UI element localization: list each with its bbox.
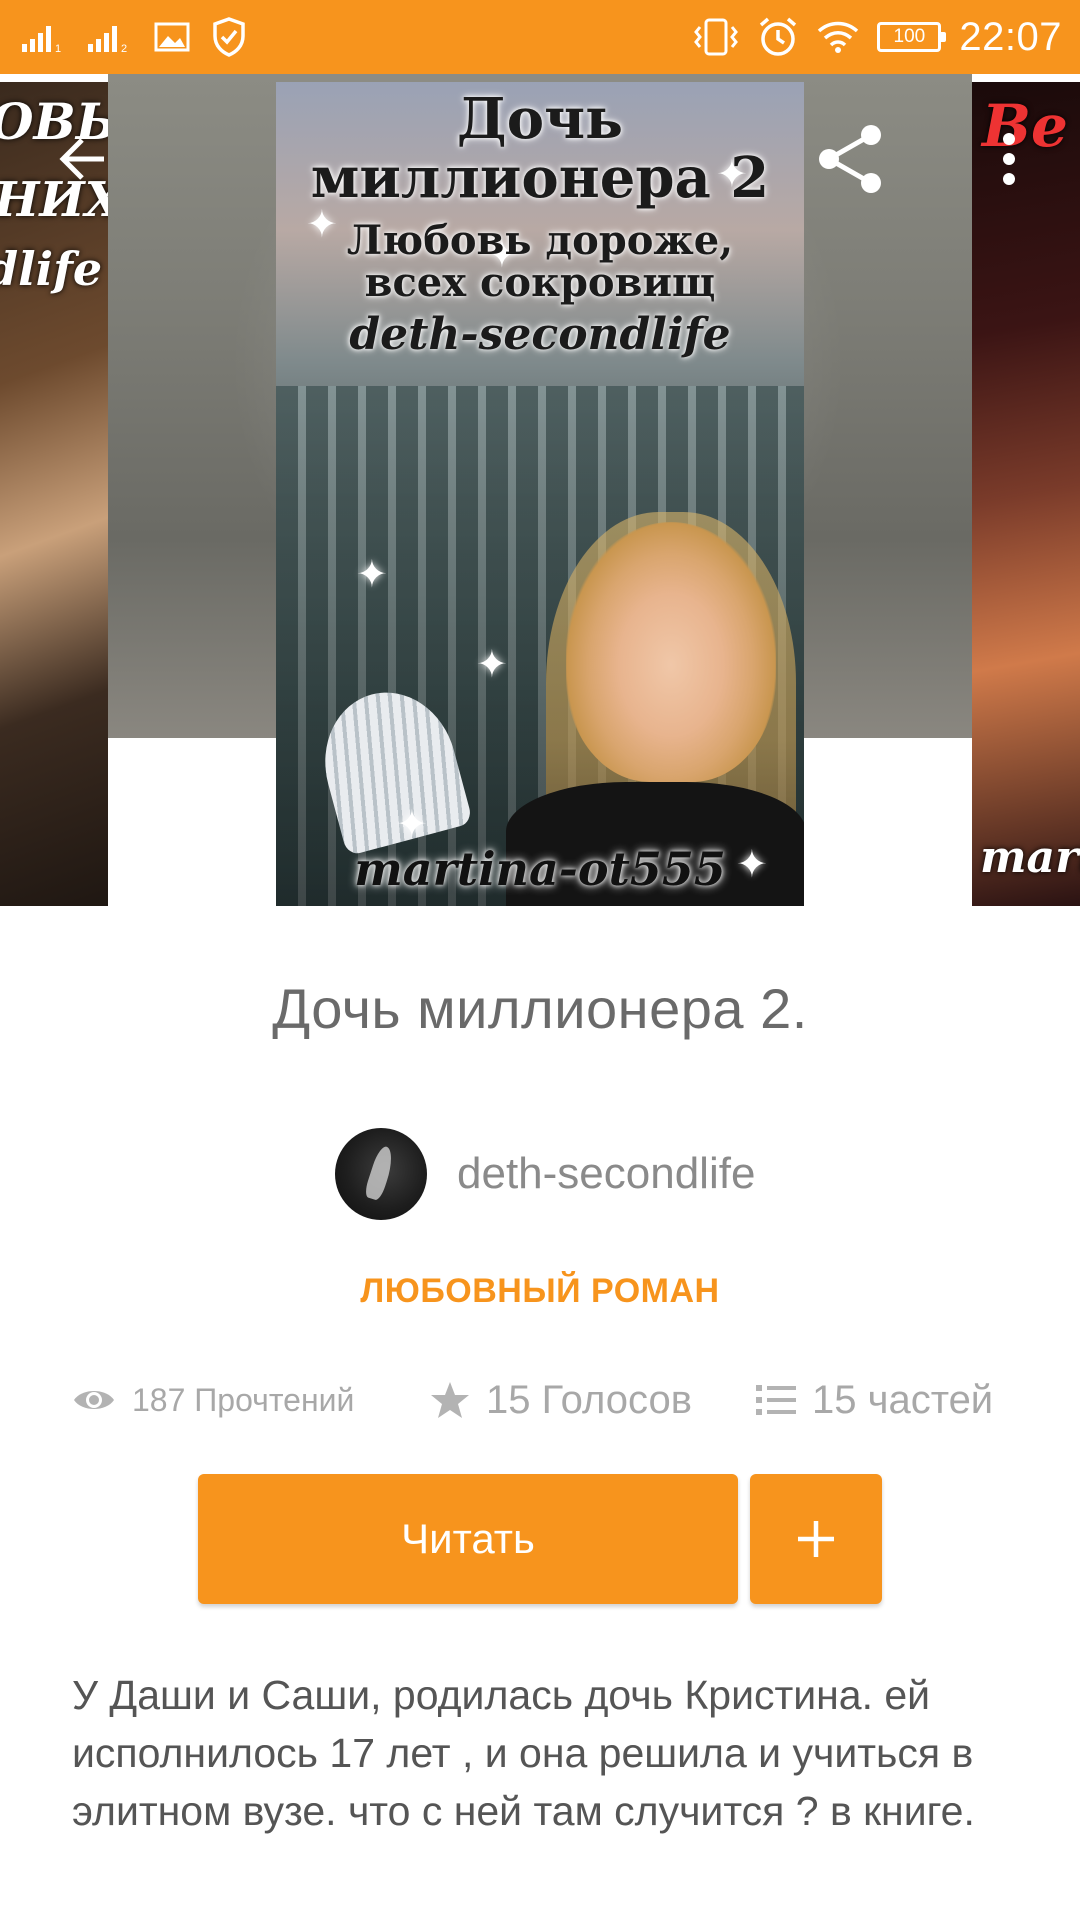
image-icon <box>154 22 190 52</box>
author-name[interactable]: deth-secondlife <box>457 1149 755 1199</box>
story-title: Дочь миллионера 2. <box>272 977 808 1040</box>
signal-2-icon: 2 <box>88 26 127 52</box>
signal-1-icon: 1 <box>22 26 61 52</box>
cover-watermark: martina-ot555 <box>354 842 726 896</box>
more-button[interactable] <box>964 114 1054 204</box>
reads-stat: 187 Прочтений <box>72 1372 354 1428</box>
parts-stat: 15 частей <box>756 1372 993 1428</box>
eye-icon <box>74 1391 114 1409</box>
shield-icon <box>213 17 245 57</box>
back-button[interactable] <box>38 114 128 204</box>
status-bar: 1 2 100 22:07 <box>0 0 1080 74</box>
next-story-cover[interactable]: Ве marti <box>972 82 1080 906</box>
plus-icon <box>798 1521 834 1557</box>
cover-title-line-1: Дочь <box>456 86 624 152</box>
sparkle-icon: ✦ <box>476 644 508 686</box>
next-cover-text-2: marti <box>980 832 1080 883</box>
votes-count: 15 Голосов <box>486 1377 692 1422</box>
wifi-icon <box>818 21 859 53</box>
star-icon <box>431 1382 469 1418</box>
avatar[interactable] <box>335 1128 427 1220</box>
votes-stat: 15 Голосов <box>430 1372 692 1428</box>
read-button-label: Читать <box>401 1515 535 1562</box>
sparkle-icon: ✦ <box>396 804 428 846</box>
cover-author-sign: deth-secondlife <box>349 308 731 360</box>
story-cover: ✦ ✦ ✦ ✦ ✦ ✦ ✦ Дочь миллионера 2 Любовь д… <box>276 82 804 906</box>
cover-face-image <box>566 522 776 782</box>
cover-title-line-2: миллионера 2 <box>310 144 770 211</box>
story-description: У Даши и Саши, родилась дочь Кристина. е… <box>72 1672 975 1834</box>
clock: 22:07 <box>959 14 1062 59</box>
read-button[interactable]: Читать <box>198 1474 738 1604</box>
add-to-library-button[interactable] <box>750 1474 882 1604</box>
parts-count: 15 частей <box>812 1377 994 1422</box>
back-arrow-icon <box>59 138 104 180</box>
author-link[interactable]: deth-secondlife <box>335 1128 755 1220</box>
cover-title-text: Дочь миллионера 2 Любовь дороже, всех со… <box>276 90 804 358</box>
share-icon <box>819 125 881 193</box>
share-button[interactable] <box>806 114 896 204</box>
list-icon <box>756 1385 796 1415</box>
reads-count: 187 Прочтений <box>132 1381 355 1418</box>
more-vert-icon <box>1003 133 1015 185</box>
battery-level: 100 <box>893 26 926 47</box>
sparkle-icon: ✦ <box>356 554 388 596</box>
svg-text:2: 2 <box>121 43 127 52</box>
cover-subtitle-line-2: всех сокровищ <box>364 258 716 306</box>
cover-subtitle-line-1: Любовь дороже, <box>346 216 734 264</box>
story-stats: 187 Прочтений 15 Голосов 15 частей <box>72 1372 1012 1428</box>
alarm-icon <box>760 17 797 56</box>
svg-text:1: 1 <box>55 43 61 52</box>
genre-link[interactable]: ЛЮБОВНЫЙ РОМАН <box>0 1272 1080 1311</box>
cover-carousel[interactable]: ОВЬ НИХ. dlife ✦ ✦ ✦ ✦ ✦ ✦ ✦ Дочь миллио… <box>0 74 1080 906</box>
prev-cover-text-3: dlife <box>0 242 103 296</box>
battery-icon: 100 <box>877 22 947 52</box>
vibrate-icon <box>694 18 739 56</box>
prev-story-cover[interactable]: ОВЬ НИХ. dlife <box>0 82 108 906</box>
